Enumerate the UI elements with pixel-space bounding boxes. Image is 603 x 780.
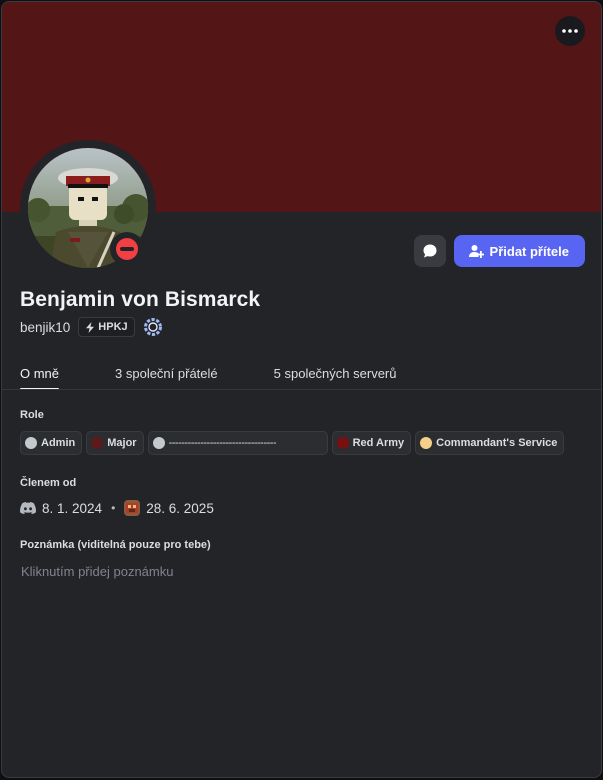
nitro-gem-icon[interactable] — [143, 317, 163, 337]
role-pill-major[interactable]: Major — [86, 431, 144, 455]
add-user-icon — [468, 245, 484, 258]
member-since-row: 8. 1. 2024 • 28. 6. 2025 — [20, 499, 214, 517]
dnd-status-icon — [116, 238, 138, 260]
profile-actions: Přidat přítele — [413, 235, 585, 267]
avatar-frame[interactable] — [20, 140, 156, 276]
profile-card: Přidat přítele Benjamin von Bismarck ben… — [1, 1, 602, 778]
tab-mutual-servers[interactable]: 5 společných serverů — [274, 366, 397, 389]
member-since-title: Členem od — [20, 477, 77, 489]
message-button[interactable] — [413, 235, 446, 267]
role-pill-admin[interactable]: Admin — [20, 431, 83, 455]
role-color-dot — [336, 437, 349, 449]
display-name: Benjamin von Bismarck — [20, 288, 261, 311]
role-name: Major — [107, 437, 137, 449]
server-member-date: 28. 6. 2025 — [146, 500, 214, 516]
note-section-title: Poznámka (viditelná pouze pro tebe) — [20, 539, 211, 551]
role-pill-red-army[interactable]: Red Army — [331, 431, 412, 455]
roles-list: Admin Major ----------------------------… — [20, 431, 565, 455]
note-input[interactable]: Kliknutím přidej poznámku — [21, 564, 173, 579]
roles-section-title: Role — [20, 409, 44, 421]
add-friend-button[interactable]: Přidat přítele — [453, 235, 585, 267]
role-color-dot — [420, 437, 433, 449]
role-color-dot — [25, 437, 37, 449]
lightning-icon — [86, 321, 95, 333]
discord-logo-icon — [20, 502, 36, 514]
discord-member-date: 8. 1. 2024 — [42, 500, 103, 516]
tab-about-me[interactable]: O mně — [20, 366, 60, 390]
profile-tabs: O mně 3 společní přátelé 5 společných se… — [20, 366, 587, 390]
more-dots-icon — [562, 29, 578, 33]
server-tag-text: HPKJ — [98, 321, 128, 333]
status-indicator — [110, 232, 144, 266]
role-name: Red Army — [352, 437, 405, 449]
more-options-button[interactable] — [555, 16, 585, 46]
tabs-divider — [2, 389, 601, 390]
role-color-dot — [152, 437, 165, 449]
server-tag-badge[interactable]: HPKJ — [78, 317, 135, 337]
role-color-dot — [91, 437, 104, 449]
add-friend-label: Přidat přítele — [489, 243, 569, 259]
role-pill-separator[interactable]: ---------------------------------- — [147, 431, 328, 455]
role-name: Admin — [41, 437, 76, 449]
tab-mutual-friends[interactable]: 3 společní přátelé — [115, 366, 218, 389]
role-pill-commandants-service[interactable]: Commandant's Service — [415, 431, 565, 455]
username[interactable]: benjik10 — [20, 320, 70, 335]
chat-bubble-icon — [423, 244, 437, 258]
role-name: ---------------------------------- — [168, 437, 277, 449]
role-name: Commandant's Service — [436, 437, 558, 449]
separator-dot: • — [111, 501, 116, 515]
username-row: benjik10 HPKJ — [20, 317, 163, 337]
server-icon — [124, 500, 141, 516]
